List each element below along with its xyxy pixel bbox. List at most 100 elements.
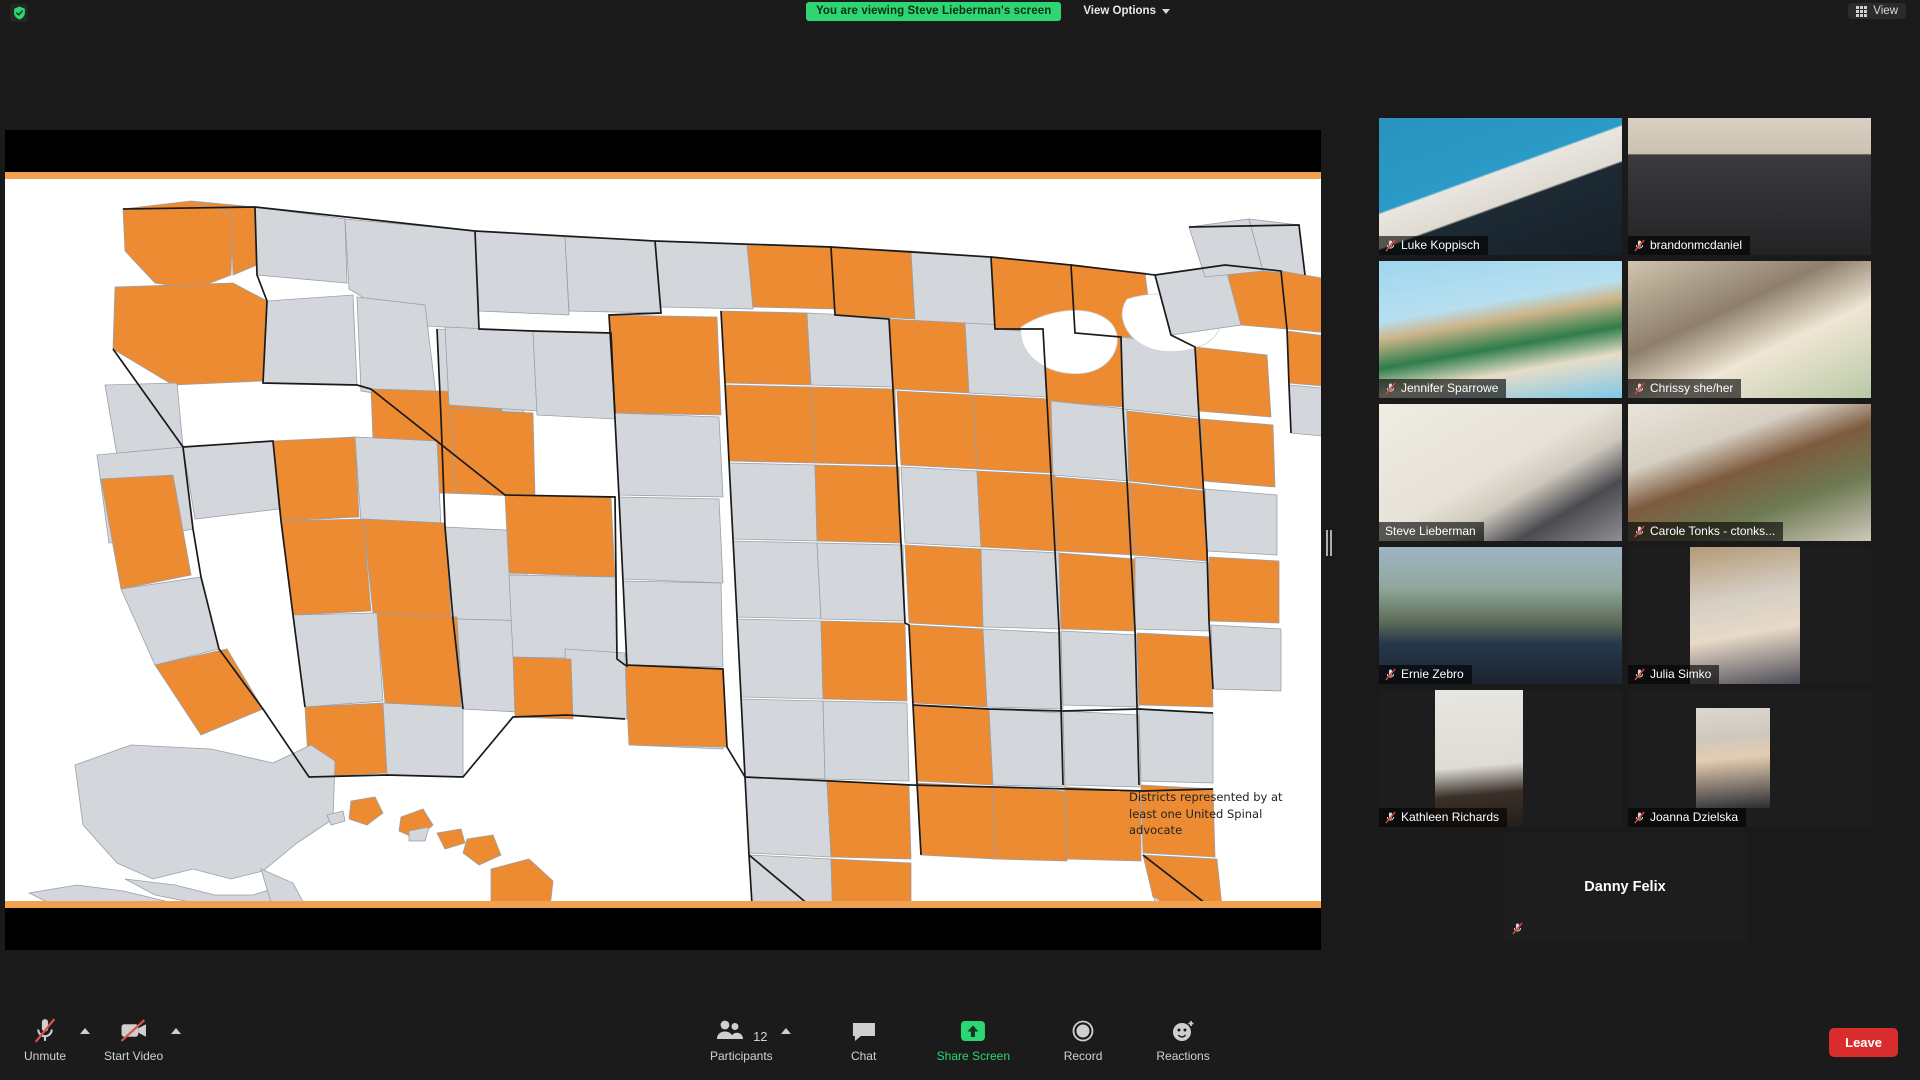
participant-tile-steve-lieberman[interactable]: Steve Lieberman [1379,404,1622,541]
toolbar-center-group: 12 Participants Chat Share Screen Record… [710,1016,1210,1063]
participant-tile-luke-koppisch[interactable]: Luke Koppisch [1379,118,1622,255]
participant-namebar: Steve Lieberman [1379,522,1484,541]
reactions-label: Reactions [1156,1049,1210,1063]
record-label: Record [1063,1049,1103,1063]
participant-row: Kathleen Richards Joanna Dzielska [1379,690,1871,827]
microphone-muted-icon [1634,382,1645,394]
participant-video [1379,547,1622,684]
participants-label: Participants [709,1049,773,1063]
slide-top-accent-bar [5,172,1321,179]
participant-tile-chrissy[interactable]: Chrissy she/her [1628,261,1871,398]
meeting-toolbar: Unmute Start Video 12 Participants Chat … [0,1008,1920,1080]
participant-video [1379,690,1622,827]
participant-namebar: Chrissy she/her [1628,379,1742,398]
microphone-muted-icon [1385,382,1396,394]
participant-namebar: Kathleen Richards [1379,808,1508,827]
chat-button[interactable]: Chat [837,1016,891,1063]
microphone-muted-icon [1634,811,1645,823]
share-screen-icon [959,1016,987,1044]
participant-video [1379,261,1622,398]
participant-video [1628,690,1871,827]
video-control-group: Start Video [104,1016,182,1063]
participant-namebar: Carole Tonks - ctonks... [1628,522,1784,541]
microphone-muted-icon [1634,525,1645,537]
participant-namebar: Jennifer Sparrowe [1379,379,1507,398]
shield-check-icon[interactable] [10,4,28,22]
participant-tile-danny-felix[interactable]: Danny Felix [1503,833,1747,941]
participant-namebar: Joanna Dzielska [1628,808,1747,827]
meeting-top-bar: You are viewing Steve Lieberman's screen… [0,0,1920,22]
participant-tile-brandonmcdaniel[interactable]: brandonmcdaniel [1628,118,1871,255]
leave-button[interactable]: Leave [1829,1028,1898,1057]
start-video-label: Start Video [104,1049,164,1063]
microphone-muted-icon [1634,239,1645,251]
view-layout-button[interactable]: View [1848,3,1906,19]
participant-tile-jennifer-sparrowe[interactable]: Jennifer Sparrowe [1379,261,1622,398]
participant-tile-joanna-dzielska[interactable]: Joanna Dzielska [1628,690,1871,827]
participant-namebar: Luke Koppisch [1379,236,1488,255]
participant-video [1628,261,1871,398]
shared-slide: .d0{fill:#D3D7DC;stroke:#9aa0a8;stroke-w… [5,130,1321,950]
zoom-meeting-window: You are viewing Steve Lieberman's screen… [0,0,1920,1080]
start-video-button[interactable]: Start Video [104,1016,163,1063]
view-options-label: View Options [1083,5,1156,17]
participant-row: Steve Lieberman Carole Tonks - ctonks... [1379,404,1871,541]
participant-tile-ernie-zebro[interactable]: Ernie Zebro [1379,547,1622,684]
chevron-up-icon[interactable] [80,1028,90,1034]
participant-name: Kathleen Richards [1401,810,1500,824]
slide-content: .d0{fill:#D3D7DC;stroke:#9aa0a8;stroke-w… [5,179,1321,901]
reactions-button[interactable]: Reactions [1156,1016,1210,1063]
viewing-screen-banner: You are viewing Steve Lieberman's screen [806,1,1062,21]
panel-resize-handle-icon[interactable] [1325,527,1333,559]
microphone-muted-icon [1385,668,1396,680]
toolbar-left-group: Unmute Start Video [18,1016,182,1063]
microphone-muted-icon [1511,922,1523,935]
participant-row: Jennifer Sparrowe Chrissy she/her [1379,261,1871,398]
participant-namebar: brandonmcdaniel [1628,236,1751,255]
microphone-muted-icon [1634,668,1645,680]
view-button-label: View [1873,5,1898,17]
participant-video [1628,404,1871,541]
participant-row: Luke Koppisch brandonmcdaniel [1379,118,1871,255]
shared-screen-viewport[interactable]: .d0{fill:#D3D7DC;stroke:#9aa0a8;stroke-w… [5,130,1321,950]
chevron-up-icon[interactable] [780,1028,791,1034]
unmute-button[interactable]: Unmute [18,1016,72,1063]
chevron-down-icon [1161,8,1170,14]
chat-bubble-icon [851,1016,877,1044]
legend-label: Districts represented by at least one Un… [1129,790,1283,838]
camera-off-icon [119,1016,149,1044]
participant-name: Chrissy she/her [1650,381,1734,395]
view-options-button[interactable]: View Options [1083,5,1170,17]
unmute-label: Unmute [23,1049,67,1063]
microphone-muted-icon [1385,811,1396,823]
mute-control-group: Unmute [18,1016,90,1063]
record-button[interactable]: Record [1056,1016,1110,1063]
participant-name: brandonmcdaniel [1650,238,1743,252]
participant-tile-carole-tonks[interactable]: Carole Tonks - ctonks... [1628,404,1871,541]
participant-name: Danny Felix [1584,879,1666,895]
slide-bottom-accent-bar [5,901,1321,908]
microphone-muted-icon [32,1016,58,1044]
participant-video-strip: Luke Koppisch brandonmcdaniel Jennifer S… [1379,118,1871,947]
participant-tile-julia-simko[interactable]: Julia Simko [1628,547,1871,684]
chevron-up-icon[interactable] [171,1028,182,1034]
share-screen-button[interactable]: Share Screen [937,1016,1010,1063]
map-legend: Districts represented by at least one Un… [1105,789,1285,839]
participant-name: Ernie Zebro [1401,667,1464,681]
legend-swatch-icon [1105,791,1120,806]
participant-name: Julia Simko [1650,667,1712,681]
participant-namebar: Julia Simko [1628,665,1720,684]
participant-name: Joanna Dzielska [1650,810,1739,824]
participant-name: Jennifer Sparrowe [1401,381,1499,395]
participant-name: Luke Koppisch [1401,238,1480,252]
share-screen-label: Share Screen [936,1049,1011,1063]
participant-video [1379,118,1622,255]
microphone-muted-icon [1385,239,1396,251]
chat-label: Chat [850,1049,877,1063]
participant-tile-kathleen-richards[interactable]: Kathleen Richards [1379,690,1622,827]
participants-count: 12 [753,1029,768,1044]
participants-control-group: 12 Participants [710,1016,791,1063]
grid-view-icon [1856,5,1868,17]
participants-button[interactable]: 12 Participants [710,1016,773,1063]
reactions-smiley-icon [1170,1016,1197,1044]
